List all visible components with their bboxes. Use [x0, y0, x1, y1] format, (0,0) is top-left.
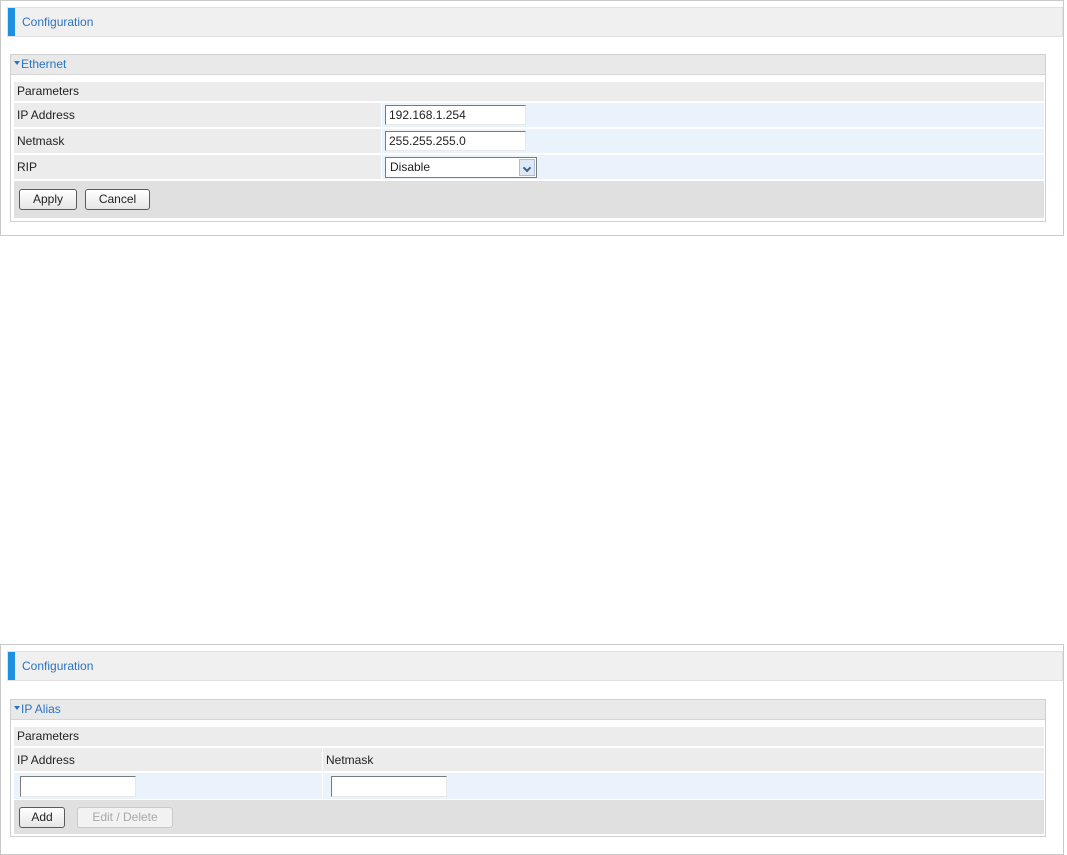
collapse-arrow-icon[interactable] — [14, 706, 20, 710]
rip-label: RIP — [17, 160, 38, 174]
ip-alias-section: IP Alias Parameters IP Address Netmask A… — [10, 699, 1046, 837]
ip-alias-config-panel: Configuration IP Alias Parameters IP Add… — [0, 644, 1064, 855]
add-button[interactable]: Add — [19, 807, 65, 828]
ip-alias-button-row: Add Edit / Delete — [14, 800, 1044, 834]
collapse-arrow-icon[interactable] — [14, 61, 20, 65]
apply-button[interactable]: Apply — [19, 189, 77, 210]
ip-alias-column-header-row: IP Address Netmask — [14, 747, 1044, 771]
edit-delete-button[interactable]: Edit / Delete — [77, 807, 173, 828]
configuration-header: Configuration — [7, 651, 1063, 681]
ip-alias-section-header[interactable]: IP Alias — [11, 700, 1045, 720]
parameters-heading: Parameters — [14, 82, 1044, 101]
parameters-heading: Parameters — [14, 727, 1044, 746]
ethernet-button-row: Apply Cancel — [14, 181, 1044, 218]
rip-label-cell: RIP — [14, 155, 381, 179]
header-accent-bar — [8, 652, 15, 680]
chevron-down-icon[interactable] — [519, 159, 535, 176]
rip-select[interactable]: Disable — [385, 157, 537, 178]
ip-alias-input-row — [14, 772, 1044, 799]
parameters-label: Parameters — [17, 729, 80, 743]
configuration-header: Configuration — [7, 7, 1063, 37]
parameters-label: Parameters — [17, 84, 80, 98]
netmask-column-label: Netmask — [326, 753, 374, 767]
ip-address-row: IP Address — [14, 102, 1044, 127]
ip-alias-ip-cell — [14, 773, 322, 799]
ip-alias-section-title: IP Alias — [21, 702, 61, 716]
ip-address-value-cell — [382, 103, 1044, 127]
netmask-label: Netmask — [17, 134, 65, 148]
ethernet-section-title: Ethernet — [21, 57, 67, 71]
netmask-row: Netmask — [14, 128, 1044, 153]
cancel-button[interactable]: Cancel — [85, 189, 150, 210]
ip-address-label: IP Address — [17, 108, 75, 122]
ethernet-section-header[interactable]: Ethernet — [11, 55, 1045, 75]
ip-alias-netmask-input[interactable] — [331, 776, 447, 797]
netmask-value-cell — [382, 129, 1044, 153]
ip-address-column-label: IP Address — [17, 753, 75, 767]
configuration-title: Configuration — [22, 659, 94, 673]
rip-row: RIP Disable — [14, 154, 1044, 179]
ip-alias-ip-address-input[interactable] — [20, 776, 136, 797]
netmask-label-cell: Netmask — [14, 129, 381, 153]
netmask-column-header: Netmask — [323, 748, 1044, 771]
ip-address-column-header: IP Address — [14, 748, 322, 771]
ip-address-input[interactable] — [385, 105, 526, 125]
ethernet-config-panel: Configuration Ethernet Parameters IP Add… — [0, 0, 1064, 236]
header-accent-bar — [8, 8, 15, 36]
rip-selected-value: Disable — [390, 160, 431, 174]
ip-alias-netmask-cell — [323, 773, 1044, 799]
netmask-input[interactable] — [385, 131, 526, 151]
ip-address-label-cell: IP Address — [14, 103, 381, 127]
rip-value-cell: Disable — [382, 155, 1044, 179]
configuration-title: Configuration — [22, 15, 94, 29]
ethernet-section: Ethernet Parameters IP Address Netmask R… — [10, 54, 1046, 222]
